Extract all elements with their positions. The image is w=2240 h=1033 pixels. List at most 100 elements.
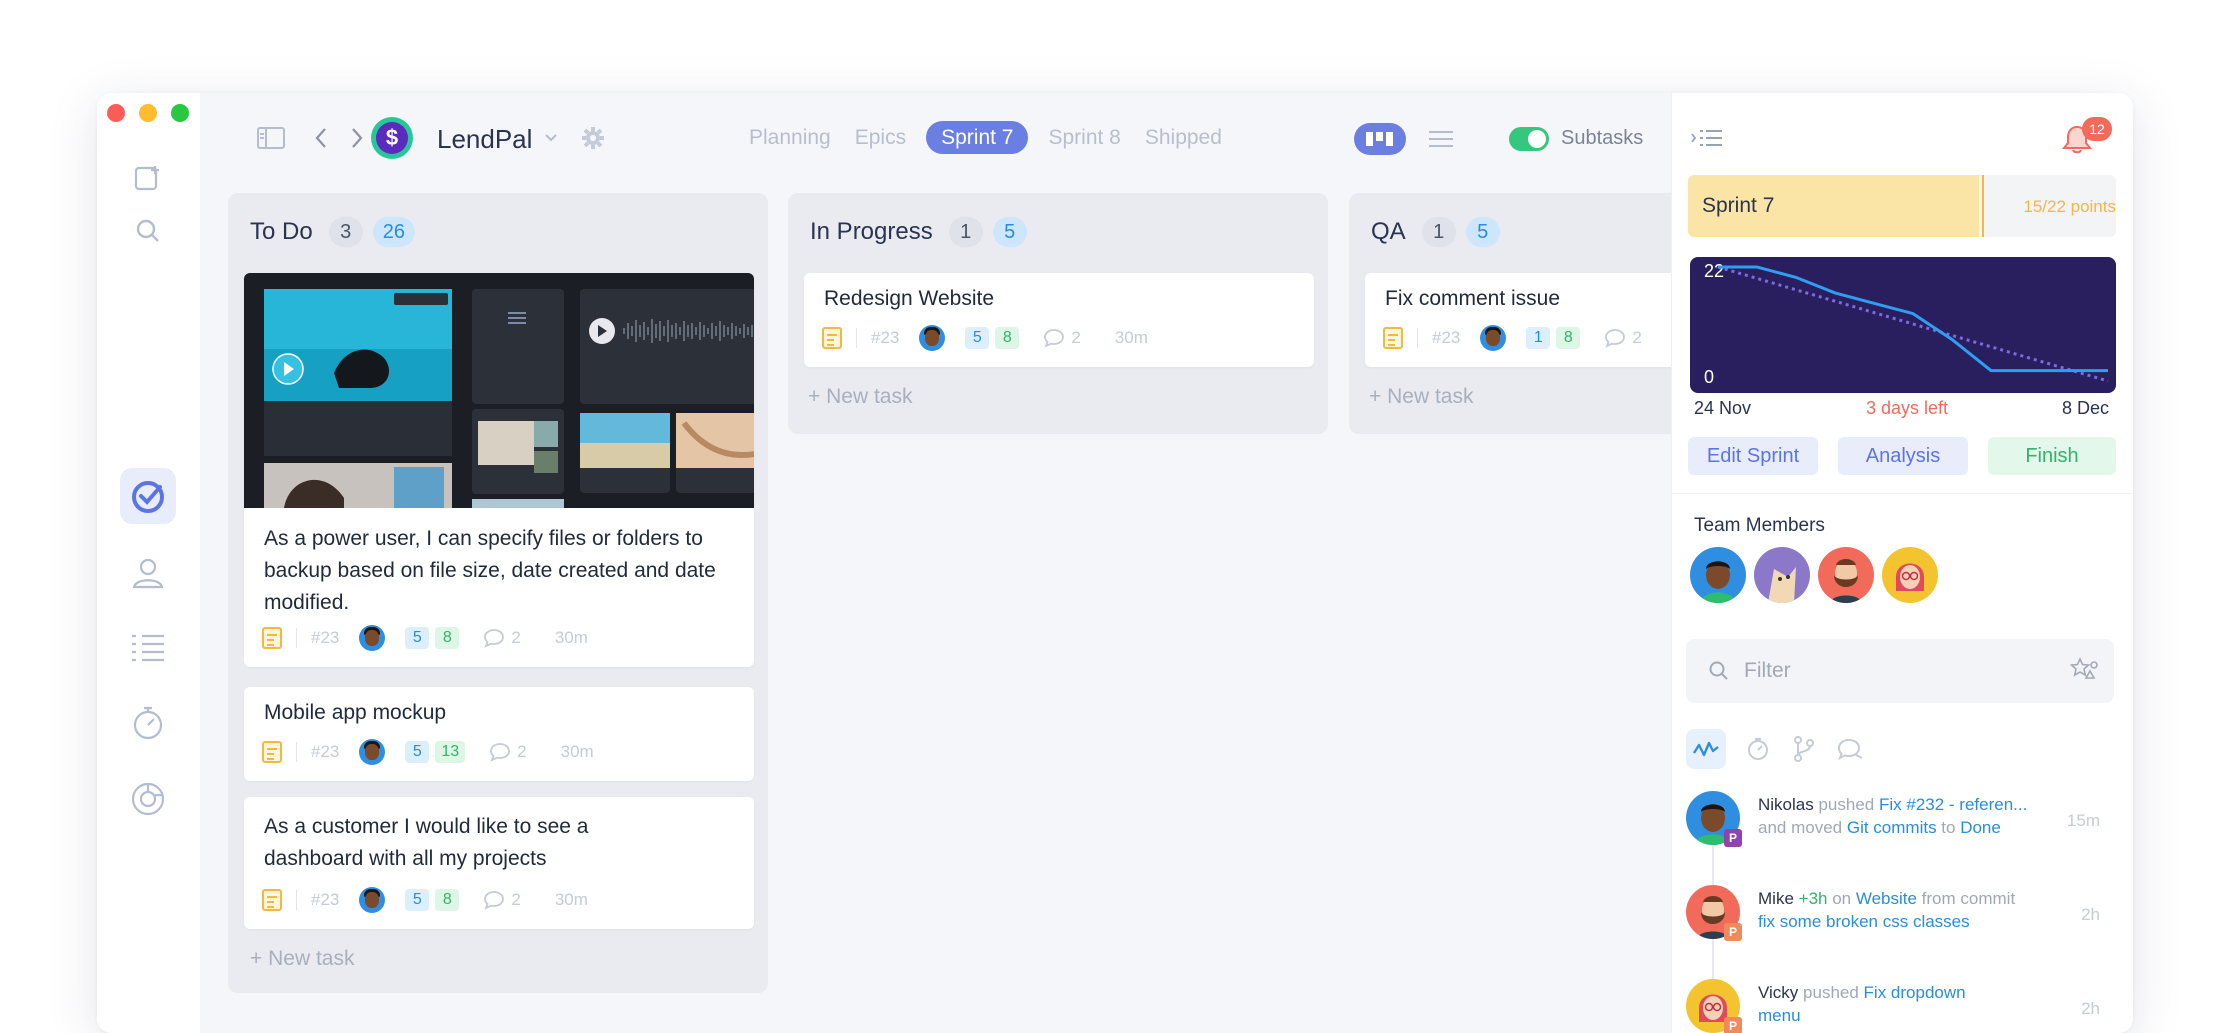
sprint-start-date: 24 Nov	[1694, 398, 1752, 418]
comments[interactable]: 2	[483, 890, 521, 910]
new-task-button[interactable]: + New task	[808, 385, 912, 409]
filter-field[interactable]: Filter	[1686, 639, 2114, 703]
activity-link[interactable]: fix some broken css classes	[1758, 912, 1970, 931]
activity-verb: pushed	[1798, 983, 1864, 1002]
new-task-button[interactable]: + New task	[1369, 385, 1473, 409]
project-badge: P	[1724, 829, 1742, 847]
team-member-avatar[interactable]	[1690, 547, 1746, 603]
collapse-panel-icon[interactable]	[1690, 123, 1724, 153]
timer-icon[interactable]	[120, 695, 176, 751]
maximize-window-button[interactable]	[171, 104, 189, 122]
sprint-nav-icon[interactable]	[120, 468, 176, 524]
list-icon[interactable]	[120, 620, 176, 676]
chevron-down-icon[interactable]	[542, 129, 560, 147]
activity-text: Mike +3h on Website from commit fix some…	[1758, 887, 2058, 933]
tab-sprint-7[interactable]: Sprint 7	[926, 121, 1029, 154]
new-task-button[interactable]: + New task	[250, 947, 354, 971]
filter-options-icon[interactable]	[2070, 657, 2100, 683]
task-count-badge: 3	[328, 217, 363, 247]
comment-icon	[484, 629, 505, 648]
tab-shipped[interactable]: Shipped	[1133, 121, 1234, 154]
comments[interactable]: 2	[1604, 328, 1642, 348]
subtasks-toggle[interactable]	[1509, 127, 1549, 151]
forward-arrow-icon[interactable]	[342, 123, 372, 153]
team-member-avatar[interactable]	[1754, 547, 1810, 603]
activity-tab[interactable]	[1686, 729, 1726, 769]
gear-icon[interactable]	[580, 125, 606, 151]
list-view-icon[interactable]	[1426, 125, 1456, 153]
close-window-button[interactable]	[107, 104, 125, 122]
task-card[interactable]: Redesign Website #23 5 8 2 30m	[804, 273, 1314, 367]
left-sidebar	[97, 93, 200, 1033]
notifications-button[interactable]: 12	[2060, 117, 2120, 157]
time-tab[interactable]	[1738, 729, 1778, 769]
activity-link[interactable]: Git commits	[1847, 818, 1937, 837]
assignee-avatar[interactable]	[919, 325, 946, 351]
search-icon	[1709, 661, 1728, 680]
team-member-avatar[interactable]	[1882, 547, 1938, 603]
comments[interactable]: 2	[489, 742, 527, 762]
assignee-avatar[interactable]	[359, 625, 386, 651]
activity-link[interactable]: Website	[1856, 889, 1917, 908]
assignee-avatar[interactable]	[359, 739, 386, 765]
comments-tab[interactable]	[1830, 729, 1870, 769]
back-arrow-icon[interactable]	[306, 123, 336, 153]
analysis-button[interactable]: Analysis	[1838, 437, 1968, 475]
task-card[interactable]: As a customer I would like to see a dash…	[244, 797, 754, 929]
activity-text-mid: and moved	[1758, 818, 1847, 837]
activity-link[interactable]: Fix #232 - referen...	[1879, 795, 2027, 814]
search-icon[interactable]	[120, 203, 176, 259]
activity-verb: on	[1827, 889, 1856, 908]
window-controls	[107, 104, 189, 122]
comments[interactable]: 2	[483, 628, 521, 648]
task-count-badge: 1	[948, 217, 983, 247]
activity-text: Nikolas pushed Fix #232 - referen... and…	[1758, 793, 2058, 839]
project-badge: P	[1724, 1017, 1742, 1033]
task-count-badge: 1	[1421, 217, 1456, 247]
burndown-ymax-label: 22	[1704, 261, 1724, 281]
board-view-button[interactable]	[1354, 123, 1406, 155]
comment-icon	[490, 743, 511, 762]
column-header: To Do 3 26	[250, 217, 415, 247]
activity-icon	[1692, 741, 1719, 757]
card-meta: #23 5 13 2 30m	[262, 739, 594, 765]
points-badge: 5	[992, 217, 1027, 247]
story-icon	[822, 327, 842, 349]
activity-user: Vicky	[1758, 983, 1799, 1002]
task-card[interactable]: As a power user, I can specify files or …	[244, 273, 754, 667]
tab-planning[interactable]: Planning	[737, 121, 843, 154]
project-logo[interactable]: $	[371, 117, 413, 159]
points-chip: 13	[435, 741, 466, 763]
column-title: QA	[1371, 218, 1406, 245]
tab-epics[interactable]: Epics	[843, 121, 918, 154]
finish-sprint-button[interactable]: Finish	[1988, 437, 2116, 475]
commits-tab[interactable]	[1784, 729, 1824, 769]
card-title: As a power user, I can specify files or …	[264, 527, 716, 614]
sprint-progress-marker	[1982, 175, 1984, 237]
points-chip: 8	[435, 627, 460, 649]
minimize-window-button[interactable]	[139, 104, 157, 122]
divider	[856, 328, 857, 348]
divider	[296, 628, 297, 648]
edit-sprint-button[interactable]: Edit Sprint	[1688, 437, 1818, 475]
reports-icon[interactable]	[120, 771, 176, 827]
assignee-avatar[interactable]	[1480, 325, 1507, 351]
card-title: As a customer I would like to see a dash…	[264, 815, 589, 870]
new-task-icon[interactable]	[120, 150, 176, 206]
points-chip: 8	[995, 327, 1020, 349]
tab-sprint-8[interactable]: Sprint 8	[1036, 121, 1132, 154]
activity-time: 15m	[2066, 811, 2100, 830]
assignee-avatar[interactable]	[359, 887, 386, 913]
divider	[296, 890, 297, 910]
user-icon[interactable]	[120, 545, 176, 601]
sidebar-toggle-icon[interactable]	[256, 123, 286, 153]
activity-link[interactable]: Done	[1960, 818, 2001, 837]
comment-icon	[1837, 738, 1863, 761]
burndown-chart: 22 0	[1690, 257, 2116, 393]
task-card[interactable]: Mobile app mockup #23 5 13 2 30m	[244, 687, 754, 781]
team-member-avatar[interactable]	[1818, 547, 1874, 603]
comments[interactable]: 2	[1043, 328, 1081, 348]
project-name[interactable]: LendPal	[437, 124, 532, 155]
filter-placeholder: Filter	[1744, 659, 1791, 682]
activity-user: Nikolas	[1758, 795, 1814, 814]
